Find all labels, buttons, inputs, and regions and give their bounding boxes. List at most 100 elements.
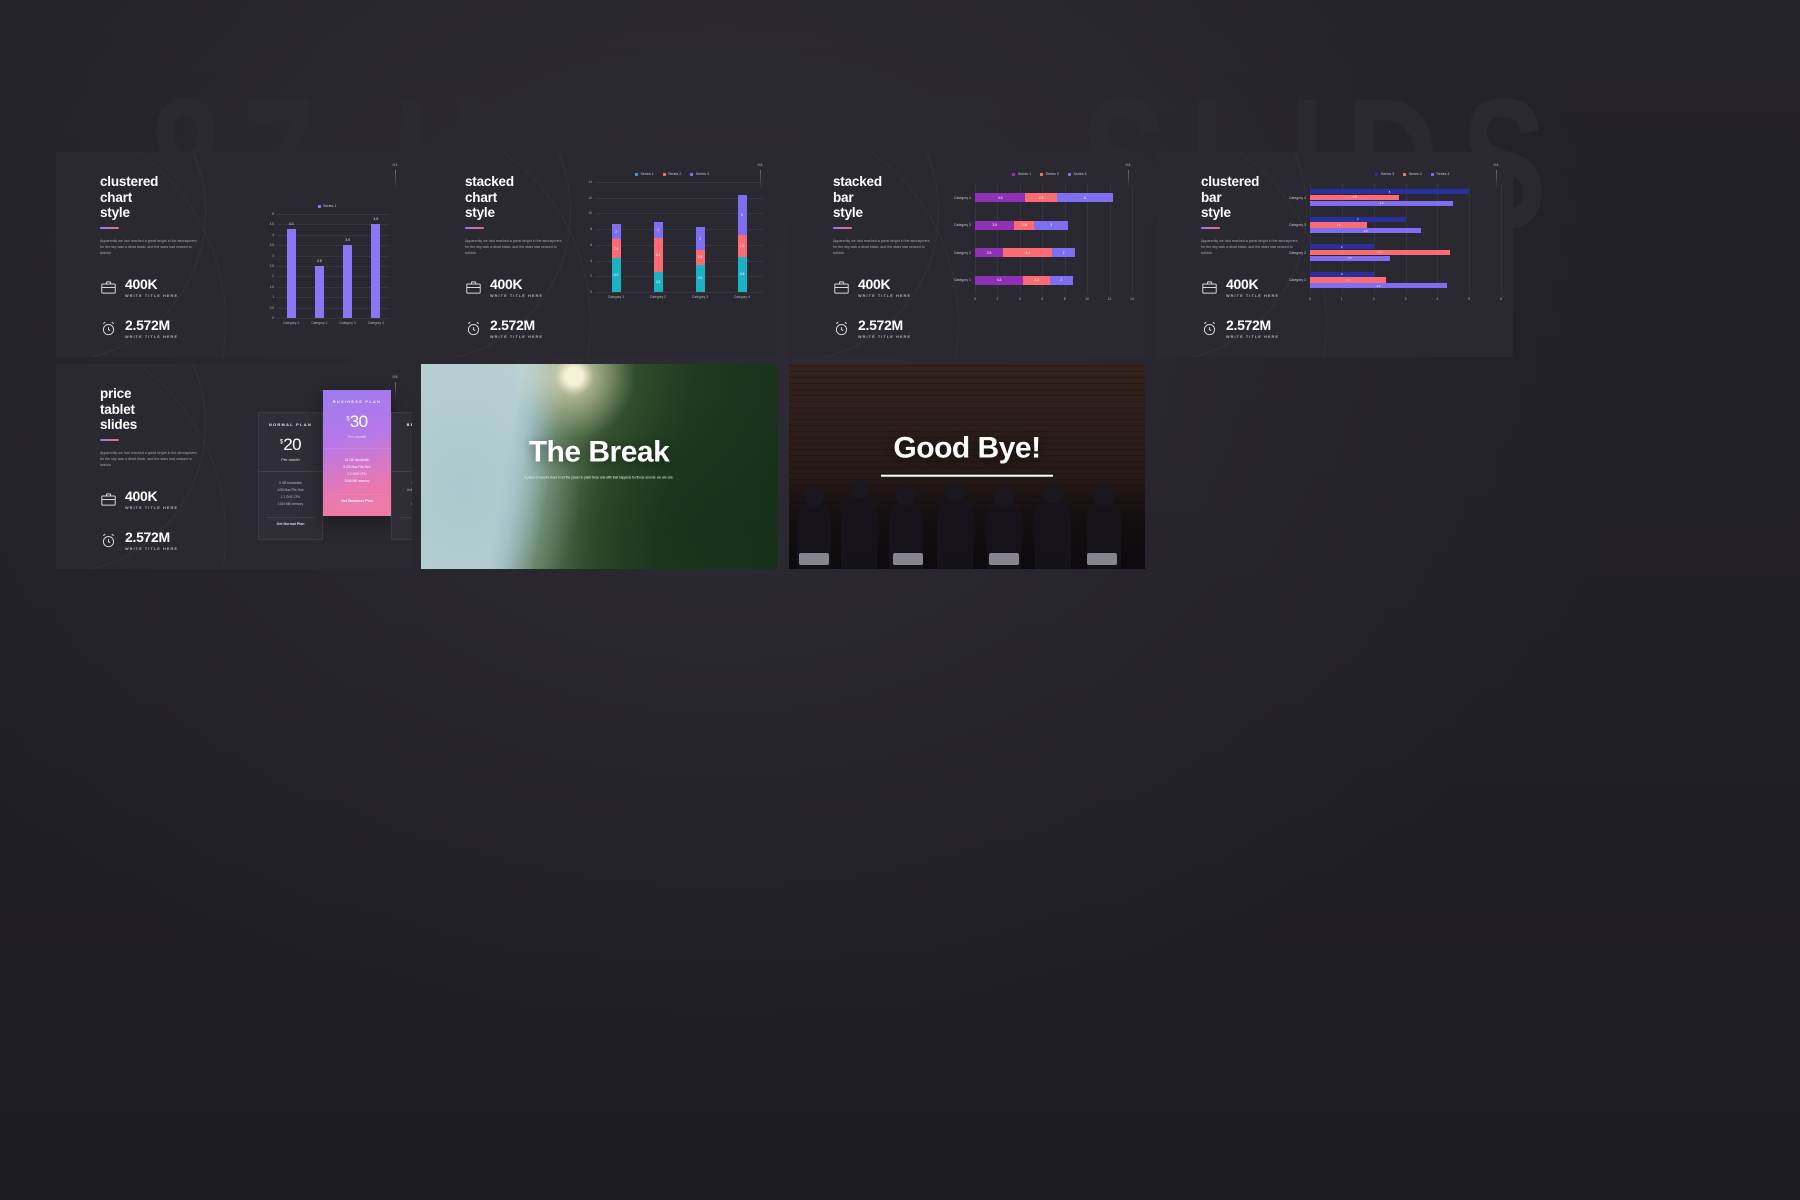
bar-segment: 3.5: [1310, 228, 1422, 234]
slide-title-line-3: style: [833, 205, 863, 220]
bar-value-label: 3: [1356, 217, 1359, 222]
legend-label: Series 2: [1408, 172, 1422, 176]
x-axis-tick: 2: [1372, 297, 1375, 301]
pricing-card[interactable]: NORMAL PLAN $20 Per month 5 GB bandwidth 2GB…: [258, 412, 323, 540]
slide-number: 05: [392, 374, 398, 379]
slide-title-line-1: stacked: [465, 174, 514, 189]
bar-value-label: 4.3: [1376, 283, 1381, 288]
gridline: [277, 214, 390, 215]
stat-primary-label: WRITE TITLE HERE: [490, 293, 544, 298]
bar-segment: 4.5: [975, 193, 1026, 203]
y-axis-tick: 0.5: [269, 305, 274, 310]
bar-segment: 4.4: [653, 237, 663, 273]
pricing-feature: 2GB Max File Size: [277, 488, 304, 492]
bar-segment: 3.5: [695, 264, 705, 292]
slide-card-02[interactable]: 02 stacked chart style Apparently we had…: [421, 152, 777, 357]
goodbye-heading: Good Bye!: [893, 431, 1041, 465]
bar-value-label: 2: [1060, 278, 1063, 283]
stat-secondary-label: WRITE TITLE HERE: [125, 546, 179, 551]
stat-block-secondary: 2.572M WRITE TITLE HERE: [833, 317, 938, 339]
slide-card-05[interactable]: 05 price tablet slides Apparently we had…: [56, 364, 412, 569]
bar-value-label: 2.5: [1347, 256, 1352, 261]
x-axis-tick: 2: [996, 297, 999, 301]
x-axis-tick: 3: [1404, 297, 1407, 301]
bar-value-label: 2: [1062, 250, 1065, 255]
y-axis-tick: 0: [272, 316, 274, 320]
legend-label: Series 1: [323, 204, 337, 208]
legend-item: Series 1: [1012, 172, 1031, 176]
x-axis-tick: Category 4: [733, 295, 751, 299]
alarm-clock-icon: [465, 320, 482, 337]
pricing-card[interactable]: BEST PLAN$50Per month30 GB bandwidthUnli…: [391, 412, 412, 540]
briefcase-icon: [465, 279, 482, 296]
bar-segment: 4.4: [1003, 248, 1053, 258]
stat-secondary-label: WRITE TITLE HERE: [125, 334, 179, 339]
bar-value-label: 2.5: [316, 259, 322, 263]
legend-label: Series 3: [1073, 172, 1087, 176]
y-axis-tick: 2.5: [269, 264, 274, 268]
slide-card-06-break[interactable]: The Break A piece of wood it does it not…: [421, 364, 777, 569]
x-axis-tick: Category 3: [691, 295, 709, 299]
y-axis-tick: 5: [272, 212, 274, 216]
slide-title-line-3: style: [1201, 205, 1231, 220]
bar-value-label: 4.4: [1378, 250, 1382, 255]
slide-card-07-goodbye[interactable]: Good Bye!: [789, 364, 1145, 569]
stat-primary-value: 400K: [490, 275, 523, 292]
break-heading: The Break: [528, 435, 670, 469]
break-text-block: The Break A piece of wood it does it not…: [421, 436, 777, 481]
pricing-cta-button[interactable]: Get Business Plan: [330, 494, 384, 507]
legend-item: Series 3: [1067, 172, 1087, 176]
slide-card-01[interactable]: 01 clustered chart style Apparently we h…: [56, 152, 412, 357]
bar-segment: 4.5: [1310, 200, 1454, 206]
pricing-plan-name: BEST PLAN: [406, 422, 412, 427]
presentation-preview-canvas: 87 UNIQUE SLIDS 01 clustered chart style…: [0, 0, 1800, 1200]
pricing-feature: 8 GB Max File Size: [343, 465, 371, 469]
pricing-cta-button[interactable]: Get Normal Plan: [266, 517, 315, 530]
x-axis-tick: Category 2: [311, 321, 328, 325]
stat-secondary-text: 2.572M WRITE TITLE HERE: [1226, 317, 1279, 339]
slide-title-line-3: style: [465, 205, 495, 220]
legend-item: Series 2: [1040, 172, 1059, 176]
chart-plot-area: 0 2 4 6 8 10 12 14 Category 4 4.5 2.8 5 Category 3 3.…: [954, 184, 1134, 301]
slide-title: stacked chart style: [465, 174, 570, 221]
slide-card-03[interactable]: 03 stacked bar style Apparently we had r…: [789, 152, 1145, 357]
pricing-feature: 1024 MB memory: [277, 502, 304, 506]
bar-value-label: 2: [615, 229, 617, 234]
x-axis-tick: 6: [1500, 297, 1502, 301]
slide-title: stacked bar style: [833, 174, 938, 221]
y-axis-tick: 4.5: [269, 222, 274, 227]
pricing-period: Per month: [392, 457, 412, 462]
stat-primary-label: WRITE TITLE HERE: [125, 293, 179, 298]
pricing-cta-button[interactable]: Get Best Plan: [399, 517, 412, 530]
bar-value-label: 4.3: [288, 221, 294, 226]
bar-segment: 2: [653, 222, 663, 238]
stat-primary-label: WRITE TITLE HERE: [858, 293, 912, 298]
legend-item: Series 3: [1375, 172, 1394, 176]
alarm-clock-icon: [1201, 320, 1218, 337]
chart-plot-area: 0 0.5 1 1.5 2 2.5 3 3.5 4 4.5 5 4.3 Category 1 2.5 Cat…: [270, 212, 390, 325]
slide-card-04[interactable]: 04 clustered bar style Apparently we had…: [1157, 152, 1513, 357]
stat-primary-label: WRITE TITLE HERE: [1226, 293, 1280, 298]
alarm-clock-icon: [100, 320, 117, 337]
bar-segment: 3.5: [975, 220, 1015, 230]
pricing-feature: 15 GB bandwidth: [344, 458, 370, 462]
bar-segment: 2.5: [1310, 255, 1390, 261]
briefcase-icon: [833, 279, 850, 296]
goodbye-underline: [881, 474, 1053, 477]
stat-primary-text: 400K WRITE TITLE HERE: [858, 276, 912, 298]
bar-value-label: 5: [741, 213, 743, 218]
x-axis-tick: Category 4: [367, 321, 384, 325]
pricing-plan-list: NORMAL PLAN $20 Per month 5 GB bandwidth 2GB…: [258, 390, 412, 540]
legend-item: Series 3: [690, 172, 709, 176]
bar-value-label: 4.4: [655, 253, 661, 258]
chart-legend: Series 1 Series 2 Series 3: [581, 172, 763, 176]
title-underline: [100, 438, 119, 441]
pricing-period: Per month: [281, 457, 300, 462]
bar-segment: 2: [611, 223, 621, 240]
chart-legend: Series 1 Series 2 Series 3: [927, 172, 1132, 176]
pricing-card[interactable]: BUSINESS PLAN $30 Per month 15 GB bandwidth…: [323, 390, 391, 516]
pricing-cta-wrap: Get Normal Plan: [259, 517, 322, 539]
bar-value-label: 2.4: [1034, 278, 1039, 283]
pricing-feature: 3.3 GHZ CPU: [396, 494, 412, 501]
pricing-plan-name: BUSINESS PLAN: [332, 399, 382, 404]
